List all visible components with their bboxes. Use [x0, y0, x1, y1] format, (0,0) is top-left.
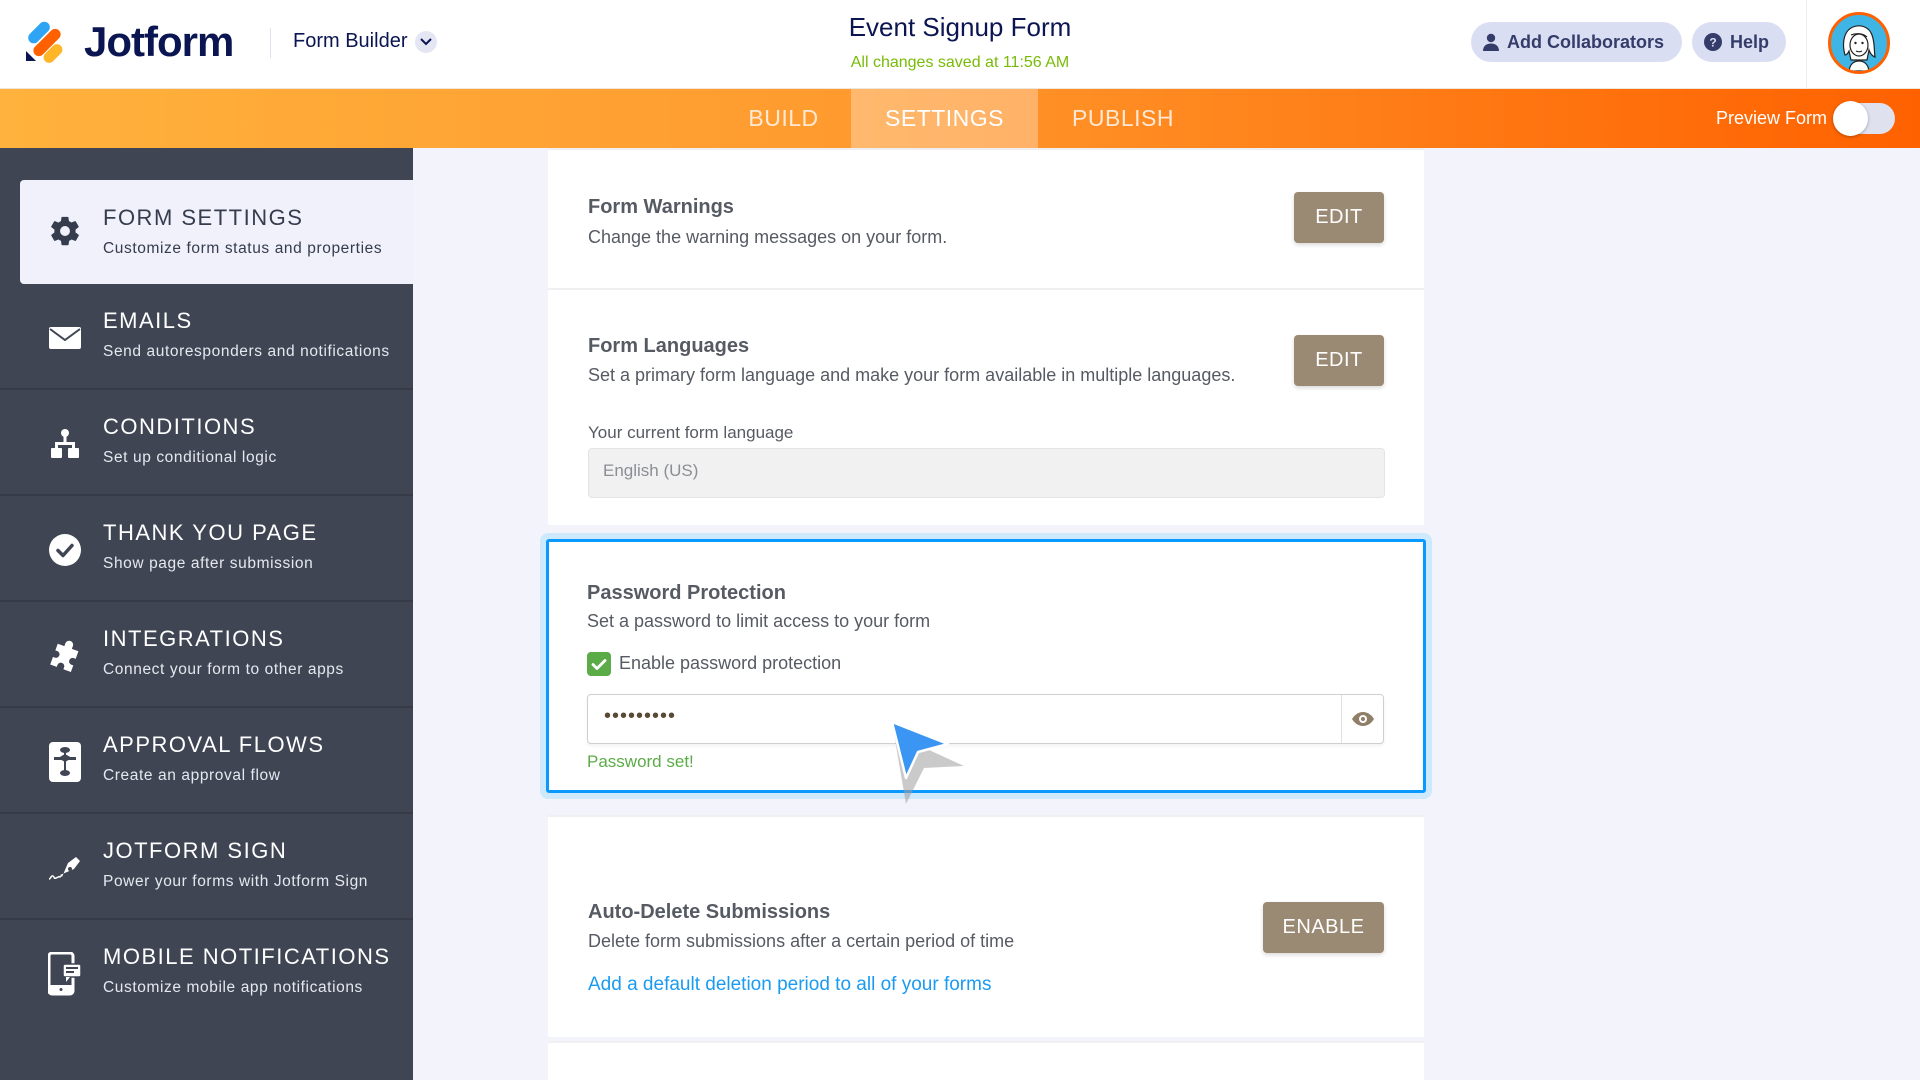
sidebar-item-mobile-notifications[interactable]: MOBILE NOTIFICATIONS Customize mobile ap… — [0, 920, 413, 1026]
current-language-label: Your current form language — [588, 423, 794, 442]
checkmark-icon — [591, 658, 607, 670]
password-protection-desc: Set a password to limit access to your f… — [587, 611, 931, 631]
form-builder-label: Form Builder — [293, 30, 408, 52]
preview-form-toggle[interactable] — [1833, 101, 1895, 136]
current-language-field: English (US) — [588, 448, 1385, 498]
auto-delete-desc: Delete form submissions after a certain … — [588, 931, 1015, 951]
brand-name: Jotform — [84, 18, 234, 65]
password-value: ••••••••• — [604, 705, 677, 727]
sidebar-item-title: FORM SETTINGS — [103, 205, 304, 230]
form-warnings-desc: Change the warning messages on your form… — [588, 227, 948, 247]
sidebar-item-emails[interactable]: EMAILS Send autoresponders and notificat… — [0, 284, 413, 390]
show-password-eye-icon[interactable] — [1341, 695, 1383, 743]
sidebar-item-title: THANK YOU PAGE — [103, 520, 318, 545]
enable-password-label[interactable]: Enable password protection — [619, 653, 841, 674]
approval-flow-icon — [47, 742, 83, 782]
preview-form-label: Preview Form — [1715, 108, 1827, 128]
sidebar-item-title: APPROVAL FLOWS — [103, 732, 325, 757]
sidebar-item-jotform-sign[interactable]: JOTFORM SIGN Power your forms with Jotfo… — [0, 814, 413, 920]
sidebar-item-form-settings[interactable]: FORM SETTINGS Customize form status and … — [20, 180, 413, 284]
header-divider-right — [1806, 0, 1807, 89]
settings-sidebar: FORM SETTINGS Customize form status and … — [0, 148, 413, 1080]
form-title[interactable]: Event Signup Form — [849, 12, 1072, 42]
help-button[interactable]: ? Help — [1692, 22, 1786, 62]
flowchart-icon — [47, 426, 83, 462]
puzzle-icon — [47, 638, 83, 674]
form-warnings-card: Form Warnings Change the warning message… — [548, 148, 1424, 288]
auto-delete-enable-button[interactable]: ENABLE — [1263, 902, 1384, 953]
form-warnings-title: Form Warnings — [588, 196, 734, 218]
sidebar-item-desc: Customize mobile app notifications — [103, 979, 363, 996]
sidebar-item-desc: Power your forms with Jotform Sign — [103, 873, 369, 890]
sidebar-item-conditions[interactable]: CONDITIONS Set up conditional logic — [0, 390, 413, 496]
form-languages-desc: Set a primary form language and make you… — [588, 365, 1236, 385]
default-deletion-period-link[interactable]: Add a default deletion period to all of … — [588, 974, 991, 996]
sidebar-item-desc: Send autoresponders and notifications — [103, 343, 390, 360]
password-protection-card: Password Protection Set a password to li… — [546, 539, 1426, 793]
form-languages-title: Form Languages — [588, 335, 750, 357]
toggle-knob — [1833, 101, 1868, 136]
jotform-logo[interactable]: Jotform — [24, 18, 234, 66]
sidebar-item-thank-you-page[interactable]: THANK YOU PAGE Show page after submissio… — [0, 496, 413, 602]
builder-navbar: BUILD SETTINGS PUBLISH Preview Form — [0, 89, 1920, 148]
header-divider — [270, 28, 271, 58]
envelope-icon — [47, 320, 83, 356]
sidebar-item-title: MOBILE NOTIFICATIONS — [103, 944, 391, 969]
sidebar-item-title: JOTFORM SIGN — [103, 838, 288, 863]
sidebar-item-title: EMAILS — [103, 308, 193, 333]
enable-password-checkbox[interactable] — [587, 652, 611, 676]
gear-icon — [47, 213, 83, 249]
top-header: Jotform Form Builder Event Signup Form A… — [0, 0, 1920, 89]
add-collaborators-label: Add Collaborators — [1507, 31, 1665, 52]
chevron-down-icon — [415, 30, 438, 53]
form-builder-dropdown[interactable]: Form Builder — [293, 30, 438, 53]
sidebar-item-approval-flows[interactable]: APPROVAL FLOWS Create an approval flow — [0, 708, 413, 814]
pen-sign-icon — [47, 850, 83, 886]
add-collaborators-button[interactable]: Add Collaborators — [1471, 22, 1682, 62]
user-avatar[interactable] — [1828, 12, 1890, 74]
form-languages-card: Form Languages Set a primary form langua… — [548, 288, 1424, 525]
sidebar-item-title: CONDITIONS — [103, 414, 257, 439]
sidebar-item-integrations[interactable]: INTEGRATIONS Connect your form to other … — [0, 602, 413, 708]
sidebar-item-desc: Show page after submission — [103, 555, 314, 572]
form-warnings-edit-button[interactable]: EDIT — [1294, 192, 1384, 243]
help-label: Help — [1730, 31, 1770, 52]
user-icon — [1483, 33, 1499, 51]
question-circle-icon: ? — [1704, 33, 1722, 51]
password-status: Password set! — [587, 752, 694, 771]
tab-publish[interactable]: PUBLISH — [1038, 89, 1208, 148]
form-languages-edit-button[interactable]: EDIT — [1294, 335, 1384, 386]
sidebar-item-desc: Connect your form to other apps — [103, 661, 344, 678]
auto-delete-title: Auto-Delete Submissions — [588, 901, 831, 923]
next-settings-card — [548, 1041, 1424, 1080]
sidebar-item-desc: Create an approval flow — [103, 767, 281, 784]
sidebar-item-desc: Set up conditional logic — [103, 449, 277, 466]
tab-build[interactable]: BUILD — [716, 89, 851, 148]
sidebar-item-title: INTEGRATIONS — [103, 626, 285, 651]
auto-delete-card: Auto-Delete Submissions Delete form subm… — [548, 815, 1424, 1037]
sidebar-item-desc: Customize form status and properties — [103, 240, 383, 257]
password-protection-title: Password Protection — [587, 582, 786, 604]
password-input[interactable]: ••••••••• — [587, 694, 1384, 744]
jotform-logo-icon — [24, 19, 66, 66]
mobile-notification-icon — [47, 952, 83, 996]
check-circle-icon — [47, 532, 83, 568]
tab-settings[interactable]: SETTINGS — [851, 89, 1038, 148]
svg-text:?: ? — [1709, 36, 1716, 50]
